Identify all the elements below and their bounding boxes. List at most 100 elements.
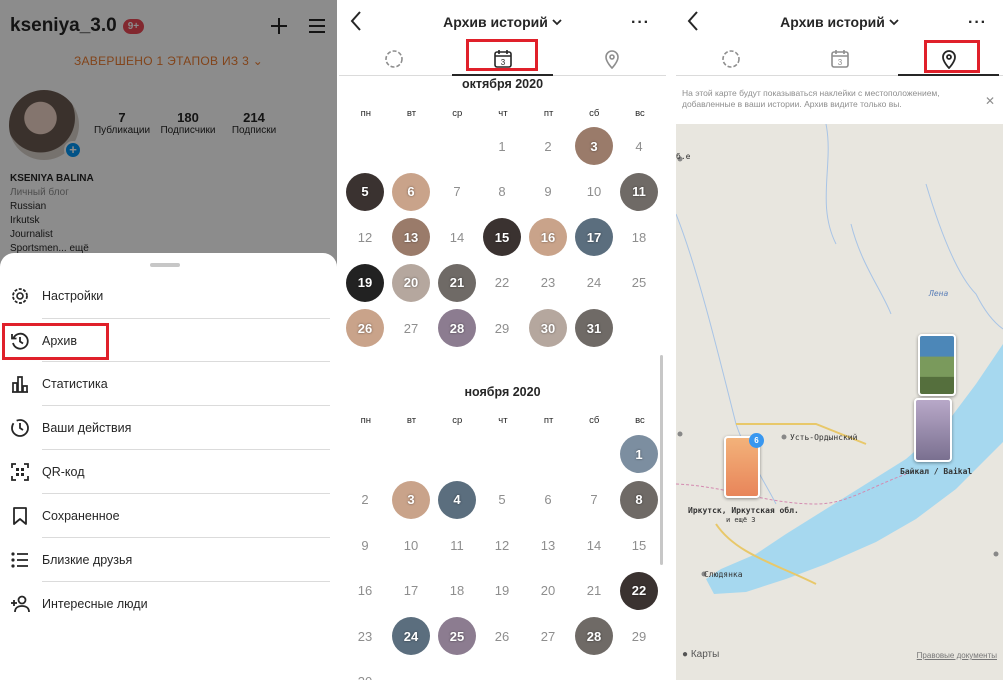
tab-calendar[interactable]: 3	[785, 42, 894, 75]
calendar-day-with-story[interactable]: 22	[620, 571, 658, 610]
tab-stories-grid[interactable]	[339, 42, 448, 75]
calendar-day-with-story[interactable]: 13	[392, 218, 430, 256]
menu-item-label: Близкие друзья	[42, 553, 133, 567]
calendar-day: 8	[498, 184, 506, 199]
calendar-day: 14	[586, 537, 602, 553]
archive-title-dropdown[interactable]: Архив историй	[780, 14, 899, 30]
menu-item-discover-people[interactable]: Интересные люди	[0, 582, 330, 626]
map-label-slyudyanka: Слюдянка	[704, 570, 743, 579]
calendar-day-with-story[interactable]: 25	[438, 617, 476, 655]
map-background	[676, 124, 1003, 594]
calendar-day-with-story[interactable]: 20	[392, 263, 430, 302]
archive-title-dropdown[interactable]: Архив историй	[443, 14, 562, 30]
weekday-label: вт	[406, 108, 417, 119]
archive-header: Архив историй ···	[676, 0, 1003, 44]
calendar-day: 5	[498, 492, 506, 507]
menu-item-saved[interactable]: Сохраненное	[0, 494, 330, 538]
map-label-baikal: Байкал / Baikal	[900, 467, 973, 476]
weekday-label: сб	[589, 415, 600, 426]
legal-link[interactable]: Правовые документы	[917, 651, 997, 660]
map-label-irkutsk: Иркутск, Иркутская обл.	[688, 506, 799, 515]
calendar-day: 30	[346, 663, 384, 680]
tab-stories-grid[interactable]	[676, 42, 785, 75]
weekday-label: ср	[452, 108, 463, 119]
calendar-day-with-story[interactable]: 5	[346, 172, 384, 211]
menu-item-qr-code[interactable]: QR-код	[0, 450, 330, 494]
calendar-day-with-story[interactable]: 21	[438, 263, 476, 302]
calendar-day-with-story[interactable]: 28	[575, 617, 613, 655]
month-header-october: октября 2020	[461, 77, 544, 91]
close-icon[interactable]: ✕	[985, 94, 995, 108]
menu-item-close-friends[interactable]: Близкие друзья	[0, 538, 330, 582]
calendar-day: 29	[494, 320, 510, 336]
location-pin-icon	[604, 49, 619, 69]
calendar-day: 12	[494, 537, 510, 553]
calendar-day-with-story[interactable]: 3	[575, 127, 613, 165]
more-options-icon[interactable]: ···	[631, 14, 650, 32]
menu-item-settings[interactable]: Настройки	[0, 274, 330, 318]
calendar-day: 11	[450, 537, 464, 553]
settings-icon	[9, 285, 31, 307]
pin-count-badge: 6	[749, 433, 764, 448]
weekday-label: пт	[543, 108, 554, 119]
sheet-handle[interactable]	[150, 263, 180, 267]
weekday-row: пн вт ср чт пт сб вс	[343, 415, 666, 426]
calendar-icon: 3	[830, 49, 849, 68]
month-header-november: ноября 2020	[464, 385, 541, 399]
calendar-day-with-story[interactable]: 15	[483, 218, 521, 256]
baikal-story-pin[interactable]	[914, 398, 952, 462]
calendar-day: 2	[361, 492, 369, 507]
qr-icon	[9, 461, 31, 483]
stories-map[interactable]: б.е Лена Усть-Ордынский Байкал / Baikal …	[676, 124, 1003, 680]
calendar-day-with-story[interactable]: 3	[392, 480, 430, 519]
calendar-day: 20	[540, 583, 556, 598]
baikal-story-pin-upper[interactable]	[918, 334, 956, 396]
calendar-day: 9	[544, 184, 552, 199]
calendar-day-with-story[interactable]: 17	[575, 218, 613, 256]
menu-item-label: Сохраненное	[42, 509, 120, 523]
calendar-day: 13	[540, 537, 556, 553]
apple-maps-logo: ● Карты	[682, 649, 719, 660]
menu-item-label: Статистика	[42, 377, 108, 391]
chevron-down-icon	[552, 19, 562, 26]
profile-panel: kseniya_3.0 9+ ЗАВЕРШЕНО 1 ЭТАПОВ ИЗ 3 ⌄…	[0, 0, 337, 680]
map-label-irkutsk-more[interactable]: и ещё 3	[726, 516, 756, 524]
calendar-day: 7	[590, 492, 598, 507]
more-options-icon[interactable]: ···	[968, 14, 987, 32]
calendar-day-with-story[interactable]: 26	[346, 309, 384, 347]
calendar-day-with-story[interactable]: 11	[620, 172, 658, 211]
back-arrow-icon[interactable]	[349, 10, 363, 32]
calendar-day: 18	[631, 229, 647, 245]
calendar-day-with-story[interactable]: 31	[575, 309, 613, 347]
scrollbar[interactable]	[660, 355, 663, 565]
calendar-day: 23	[540, 275, 556, 290]
calendar-day: 27	[403, 320, 419, 336]
calendar-day-with-story[interactable]: 24	[392, 617, 430, 655]
map-label-lena-river: Лена	[929, 289, 949, 298]
map-panel: Архив историй ··· 3 На этой карте будут …	[676, 0, 1003, 680]
menu-item-your-activity[interactable]: Ваши действия	[0, 406, 330, 450]
calendar-day-with-story[interactable]: 30	[529, 309, 567, 347]
calendar-day-with-story[interactable]: 16	[529, 218, 567, 256]
calendar-day-with-story[interactable]: 8	[620, 480, 658, 519]
calendar-day: 10	[403, 537, 419, 553]
calendar-day: 10	[586, 184, 602, 199]
stats-icon	[9, 373, 31, 395]
back-arrow-icon[interactable]	[686, 10, 700, 32]
weekday-label: пн	[360, 415, 372, 426]
calendar-day: 25	[631, 275, 647, 290]
calendar-day-with-story[interactable]: 19	[346, 263, 384, 302]
tab-map[interactable]	[557, 42, 666, 75]
stories-circle-icon	[721, 49, 740, 68]
menu-item-label: Интересные люди	[42, 597, 148, 611]
calendar-day-with-story[interactable]: 4	[438, 480, 476, 519]
calendar-day-with-story[interactable]: 6	[392, 172, 430, 211]
calendar-day-with-story[interactable]: 28	[438, 309, 476, 347]
stories-circle-icon	[384, 49, 403, 68]
calendar-day-with-story[interactable]: 1	[620, 435, 658, 473]
calendar-day: 22	[494, 275, 510, 290]
apple-maps-label: Карты	[690, 649, 720, 660]
calendar-day: 17	[403, 583, 419, 598]
menu-item-statistics[interactable]: Статистика	[0, 362, 330, 406]
add-person-icon	[9, 593, 31, 615]
